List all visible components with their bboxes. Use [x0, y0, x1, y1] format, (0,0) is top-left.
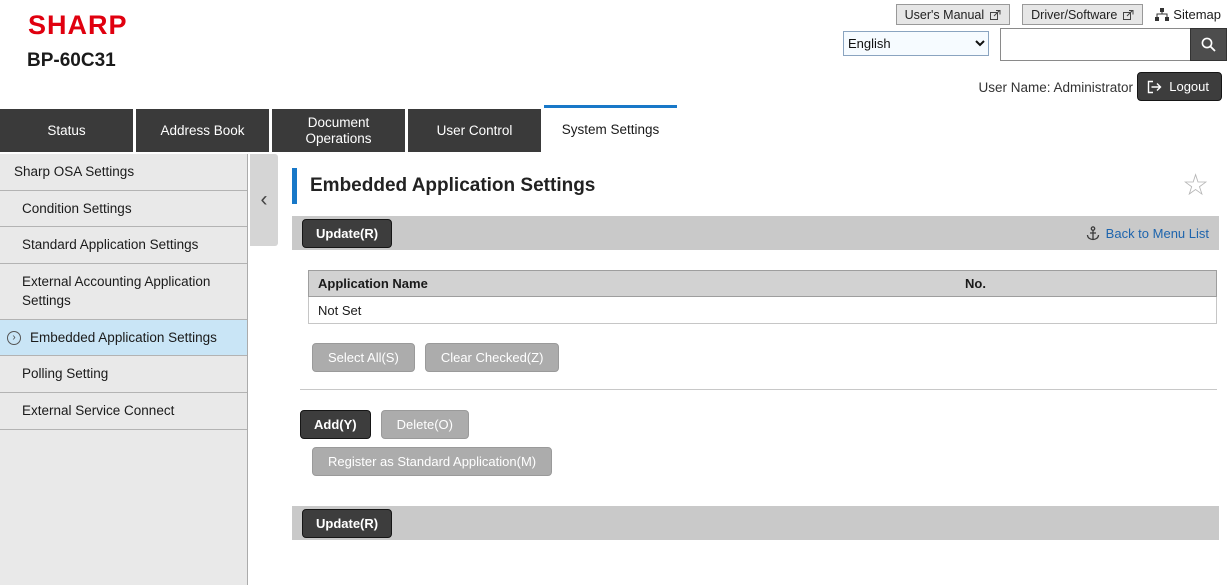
update-button-top[interactable]: Update(R) [302, 219, 392, 248]
logout-label: Logout [1169, 79, 1209, 94]
sidebar-item-condition-settings[interactable]: Condition Settings [0, 191, 247, 228]
language-select[interactable]: English [843, 31, 989, 56]
content-layout: Sharp OSA Settings Condition Settings St… [0, 154, 1227, 585]
sidebar-item-external-accounting-application-settings[interactable]: External Accounting Application Settings [0, 264, 247, 320]
search-input[interactable] [1000, 28, 1190, 61]
search-group [1000, 28, 1227, 61]
clear-checked-button[interactable]: Clear Checked(Z) [425, 343, 560, 372]
sitemap-label: Sitemap [1173, 7, 1221, 22]
sitemap-link[interactable]: Sitemap [1155, 7, 1221, 22]
back-to-menu-label: Back to Menu List [1106, 226, 1209, 241]
logout-icon [1147, 80, 1162, 94]
logout-button[interactable]: Logout [1137, 72, 1222, 101]
settings-sidebar: Sharp OSA Settings Condition Settings St… [0, 154, 248, 585]
main-content: Embedded Application Settings ☆ Update(R… [278, 154, 1227, 585]
add-button[interactable]: Add(Y) [300, 410, 371, 439]
table-header-row: Application Name No. [308, 270, 1217, 297]
selected-item-icon: › [7, 331, 21, 345]
selection-buttons-row: Select All(S) Clear Checked(Z) [312, 343, 1219, 372]
users-manual-label: User's Manual [905, 8, 985, 22]
bottom-toolbar: Update(R) [292, 506, 1219, 540]
section-divider [300, 389, 1217, 390]
sidebar-item-standard-application-settings[interactable]: Standard Application Settings [0, 227, 247, 264]
driver-software-button[interactable]: Driver/Software [1022, 4, 1143, 25]
back-to-menu-link[interactable]: Back to Menu List [1086, 226, 1209, 241]
page-header: SHARP BP-60C31 User's Manual Driver/Soft… [0, 0, 1227, 105]
external-link-icon [990, 9, 1001, 20]
column-header-application-name: Application Name [309, 276, 961, 291]
tab-status[interactable]: Status [0, 109, 133, 152]
search-button[interactable] [1190, 28, 1227, 61]
delete-button[interactable]: Delete(O) [381, 410, 469, 439]
title-accent-bar [292, 168, 297, 204]
top-links: User's Manual Driver/Software Sitemap [896, 4, 1221, 25]
tab-address-book[interactable]: Address Book [136, 109, 269, 152]
external-link-icon [1123, 9, 1134, 20]
sidebar-collapse-handle[interactable]: ‹ [250, 154, 278, 246]
update-button-bottom[interactable]: Update(R) [302, 509, 392, 538]
select-all-button[interactable]: Select All(S) [312, 343, 415, 372]
column-header-no: No. [961, 276, 1216, 291]
driver-software-label: Driver/Software [1031, 8, 1117, 22]
register-standard-application-button[interactable]: Register as Standard Application(M) [312, 447, 552, 476]
application-table: Application Name No. Not Set [308, 270, 1217, 324]
register-button-row: Register as Standard Application(M) [312, 447, 1219, 476]
collapse-chevron-icon: ‹ [261, 188, 268, 212]
users-manual-button[interactable]: User's Manual [896, 4, 1011, 25]
title-row: Embedded Application Settings ☆ [292, 168, 1219, 204]
tab-document-operations[interactable]: Document Operations [272, 109, 405, 152]
sitemap-icon [1155, 8, 1169, 21]
device-model: BP-60C31 [27, 50, 116, 72]
search-icon [1200, 36, 1217, 53]
application-name-cell: Not Set [309, 303, 961, 318]
main-tab-bar: Status Address Book Document Operations … [0, 105, 1227, 152]
tab-user-control[interactable]: User Control [408, 109, 541, 152]
sidebar-item-sharp-osa-settings[interactable]: Sharp OSA Settings [0, 154, 247, 191]
anchor-icon [1086, 226, 1100, 241]
sharp-logo: SHARP [28, 10, 128, 41]
sidebar-item-polling-setting[interactable]: Polling Setting [0, 356, 247, 393]
favorite-star-icon[interactable]: ☆ [1182, 171, 1209, 201]
user-name-text: User Name: Administrator [978, 80, 1133, 95]
table-row: Not Set [308, 297, 1217, 324]
add-delete-buttons-row: Add(Y) Delete(O) [300, 410, 1219, 439]
top-toolbar: Update(R) Back to Menu List [292, 216, 1219, 250]
sidebar-item-embedded-application-settings[interactable]: › Embedded Application Settings [0, 320, 247, 357]
page-title: Embedded Application Settings [310, 175, 595, 197]
tab-system-settings[interactable]: System Settings [544, 105, 677, 152]
sidebar-item-external-service-connect[interactable]: External Service Connect [0, 393, 247, 430]
